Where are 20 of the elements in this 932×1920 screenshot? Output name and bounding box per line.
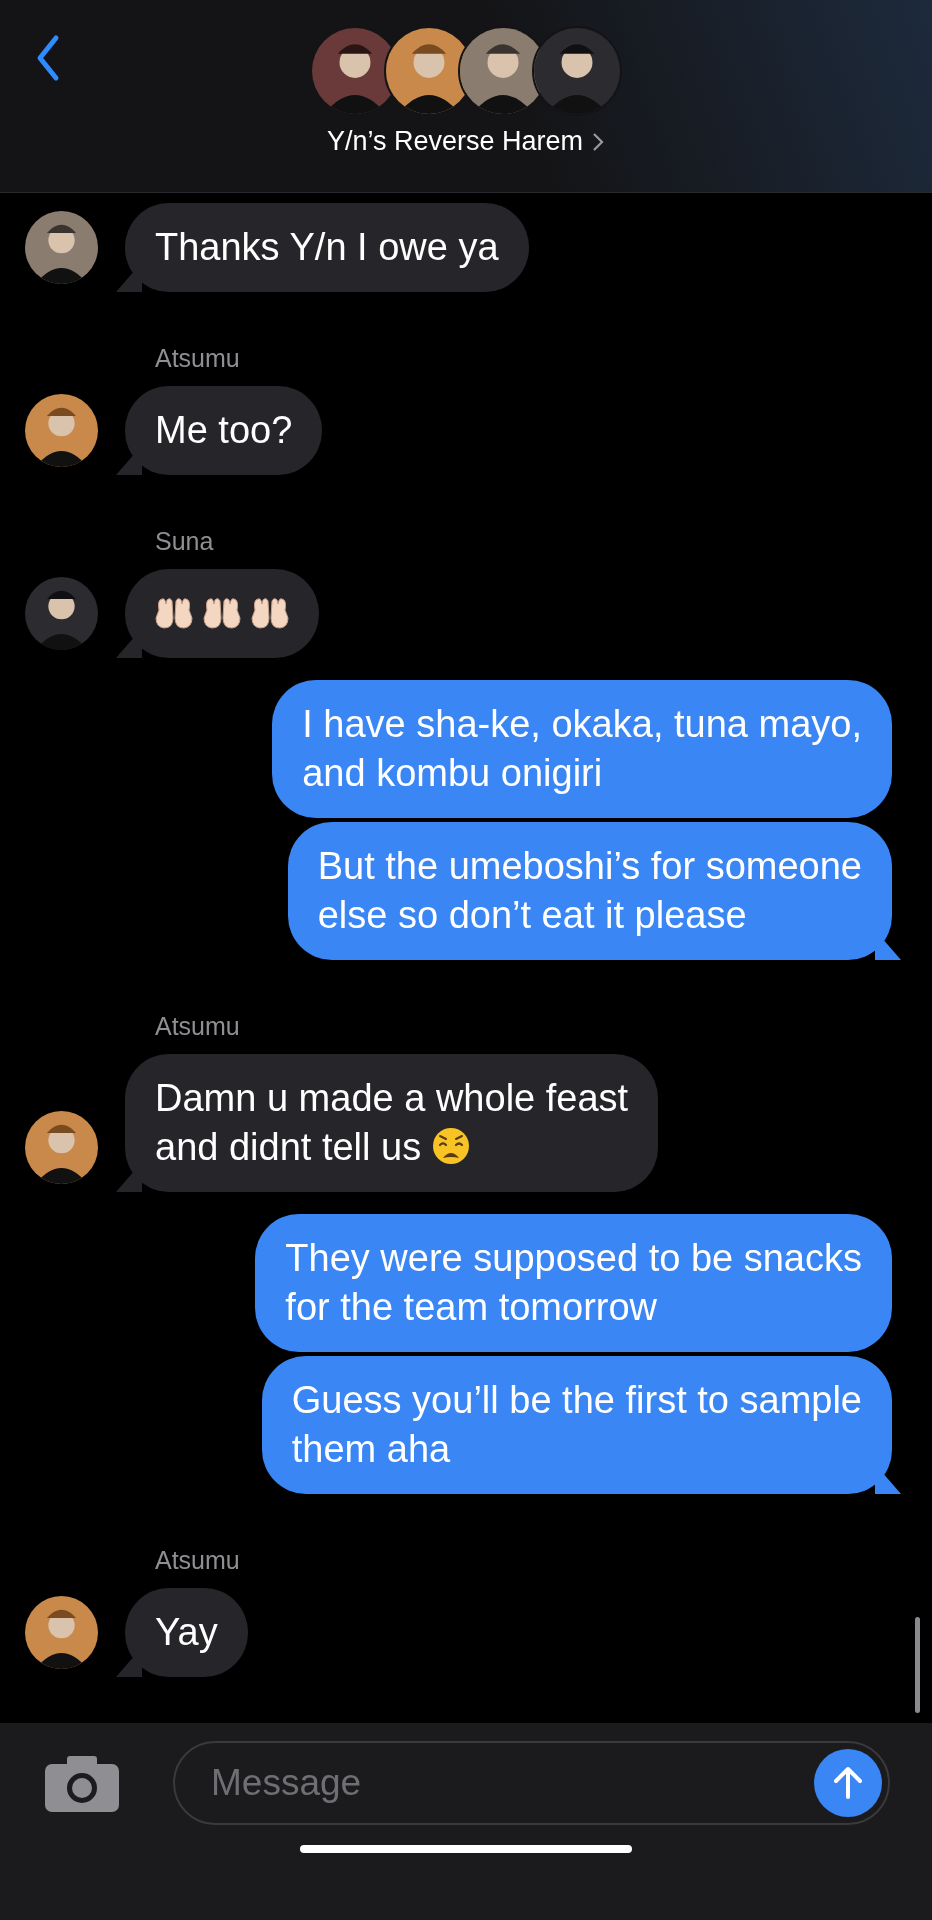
message-bubble: Thanks Y/n I owe ya [125, 203, 529, 292]
message-bubble: I have sha-ke, okaka, tuna mayo, and kombu onigiri [272, 680, 892, 818]
open-hands-icon [201, 595, 243, 632]
message-bubble: Damn u made a whole feast and didnt tell us [125, 1054, 659, 1192]
sender-name: Atsumu [155, 343, 241, 374]
group-title[interactable]: Y/n’s Reverse Harem [326, 126, 584, 157]
sender-name: Atsumu [155, 1011, 241, 1042]
message-bubble: Guess you’ll be the first to sample them aha [261, 1356, 892, 1494]
sender-name: Suna [155, 526, 215, 557]
message-bubble: Yay [125, 1588, 248, 1677]
open-hands-icon [153, 595, 195, 632]
sender-name: Atsumu [155, 1545, 241, 1576]
send-button[interactable] [814, 1749, 882, 1817]
weary-face-icon [431, 1126, 472, 1166]
message-bubble: They were supposed to be snacks for the team tomorrow [255, 1214, 892, 1352]
chevron-right-icon [591, 130, 606, 153]
message-bubble: Me too? [125, 386, 323, 475]
message-bubble: But the umeboshi’s for someone else so don’t eat it please [287, 822, 892, 960]
message-field[interactable]: Message [173, 1741, 890, 1825]
open-hands-icon [249, 595, 291, 632]
